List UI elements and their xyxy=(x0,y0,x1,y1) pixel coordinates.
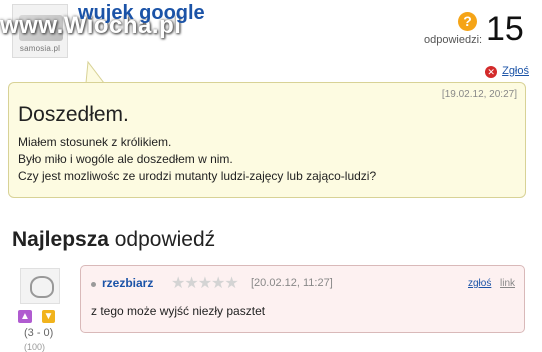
question-line: Czy jest mozliwośc ze urodzi mutanty lud… xyxy=(18,169,377,183)
question-author-link[interactable]: wujek google xyxy=(78,2,205,25)
question-date: [19.02.12, 20:27] xyxy=(441,89,517,100)
thumbs-down-icon[interactable]: ▼ xyxy=(42,310,55,323)
status-dot xyxy=(91,282,96,287)
answer-author-avatar[interactable] xyxy=(20,268,60,304)
answer-date: [20.02.12, 11:27] xyxy=(251,277,333,289)
report-label: Zgłoś xyxy=(502,65,529,77)
question-body: Miałem stosunek z królikiem. Było miło i… xyxy=(18,134,376,185)
rating-stars: ★★★★★ xyxy=(171,275,239,292)
answer-text: z tego może wyjść niezły pasztet xyxy=(91,304,266,318)
avatar-caption: samosia.pl xyxy=(19,44,61,53)
question-line: Miałem stosunek z królikiem. xyxy=(18,135,172,149)
question-title: Doszedłem. xyxy=(18,103,129,126)
vote-extra: (100) xyxy=(24,342,46,352)
speech-tail xyxy=(84,60,106,83)
question-line: Było miło i wogóle ale doszedłem w nim. xyxy=(18,152,233,166)
best-heading-rest: odpowiedź xyxy=(114,228,216,251)
best-heading-bold: Najlepsza xyxy=(12,228,109,251)
answers-count: 15 xyxy=(486,10,524,48)
answer-author-link[interactable]: rzezbiarz xyxy=(102,276,153,290)
best-answer-heading: Najlepsza odpowiedź xyxy=(12,228,215,252)
close-icon: ✕ xyxy=(485,66,498,78)
answer-permalink[interactable]: link xyxy=(500,278,515,289)
thumbs-up-icon[interactable]: ▲ xyxy=(18,310,32,323)
report-answer-link[interactable]: zgłoś xyxy=(468,278,491,289)
report-question-link[interactable]: ✕ Zgłoś xyxy=(485,65,529,78)
vote-score: (3 - 0) xyxy=(24,327,54,339)
answers-count-label: odpowiedzi: xyxy=(424,34,483,46)
question-box: [19.02.12, 20:27] Doszedłem. Miałem stos… xyxy=(8,82,526,198)
question-icon: ? xyxy=(458,12,477,31)
answer-box: rzezbiarz ★★★★★ [20.02.12, 11:27] zgłoś … xyxy=(80,265,525,333)
